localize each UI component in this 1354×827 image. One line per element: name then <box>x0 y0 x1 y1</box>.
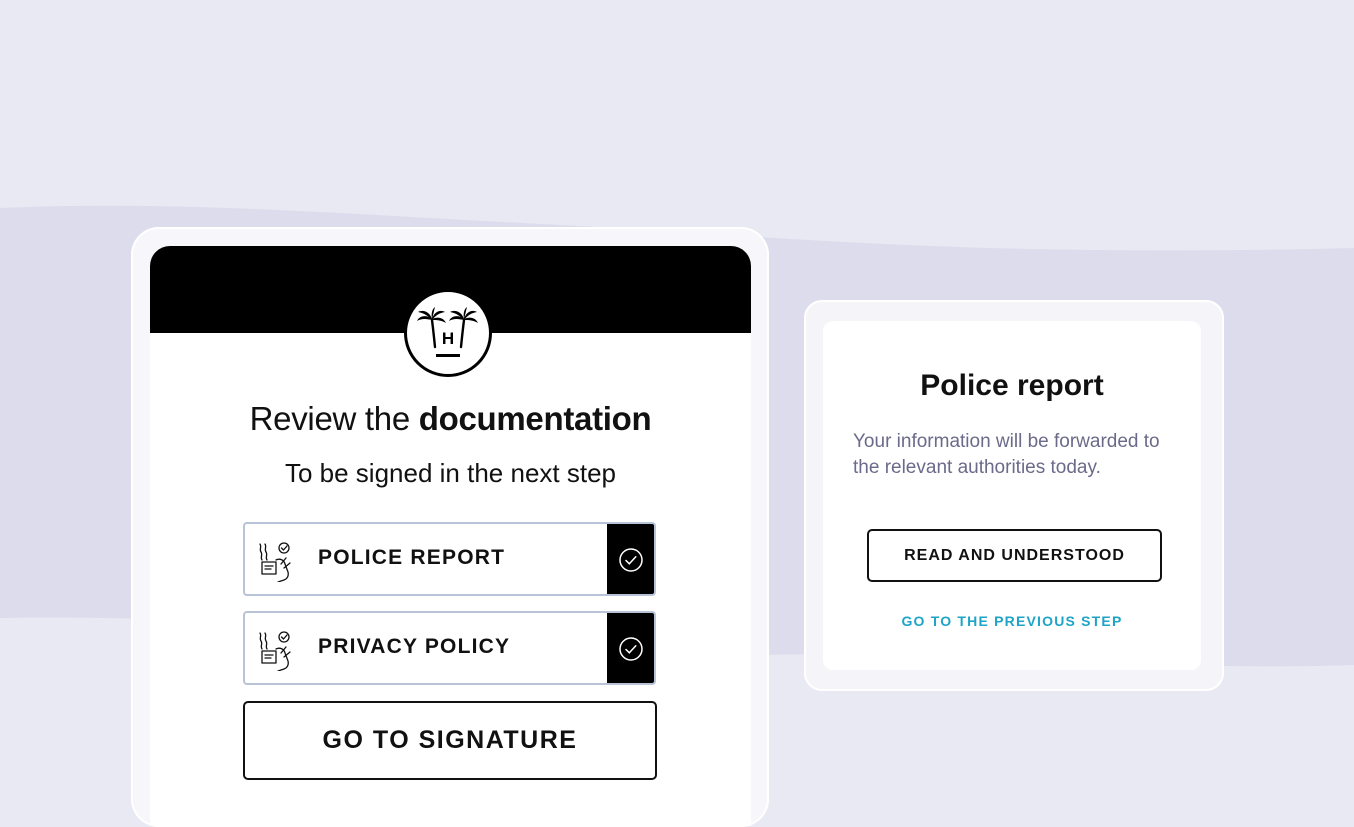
document-label: POLICE REPORT <box>318 546 506 569</box>
document-item-police-report[interactable]: POLICE REPORT <box>243 522 656 596</box>
dialog-title: Police report <box>920 369 1104 402</box>
dialog-text: Your information will be forwarded to th… <box>853 431 1160 478</box>
previous-step-link[interactable]: GO TO THE PREVIOUS STEP <box>823 613 1201 629</box>
document-checked-badge <box>607 613 654 683</box>
review-subtitle: To be signed in the next step <box>284 458 616 488</box>
check-circle-icon <box>619 548 643 572</box>
tablet-screen: H Review the documentation To be signed … <box>150 246 751 826</box>
tablet-frame: H Review the documentation To be signed … <box>131 227 769 827</box>
svg-text:H: H <box>442 329 454 348</box>
document-item-privacy-policy[interactable]: PRIVACY POLICY <box>243 611 656 685</box>
check-circle-icon <box>619 637 643 661</box>
hand-signing-document-icon <box>254 629 300 676</box>
read-and-understood-button[interactable]: READ AND UNDERSTOOD <box>867 529 1162 582</box>
review-title: Review the documentation <box>249 400 652 437</box>
palm-trees-logo: H <box>404 289 492 377</box>
review-title-bold: documentation <box>418 400 652 437</box>
police-report-dialog: Police report Your information will be f… <box>823 321 1201 670</box>
document-label: PRIVACY POLICY <box>318 635 511 658</box>
go-to-signature-button[interactable]: GO TO SIGNATURE <box>243 701 657 780</box>
dialog-frame: Police report Your information will be f… <box>804 300 1224 691</box>
hand-signing-document-icon <box>254 540 300 587</box>
document-checked-badge <box>607 524 654 594</box>
